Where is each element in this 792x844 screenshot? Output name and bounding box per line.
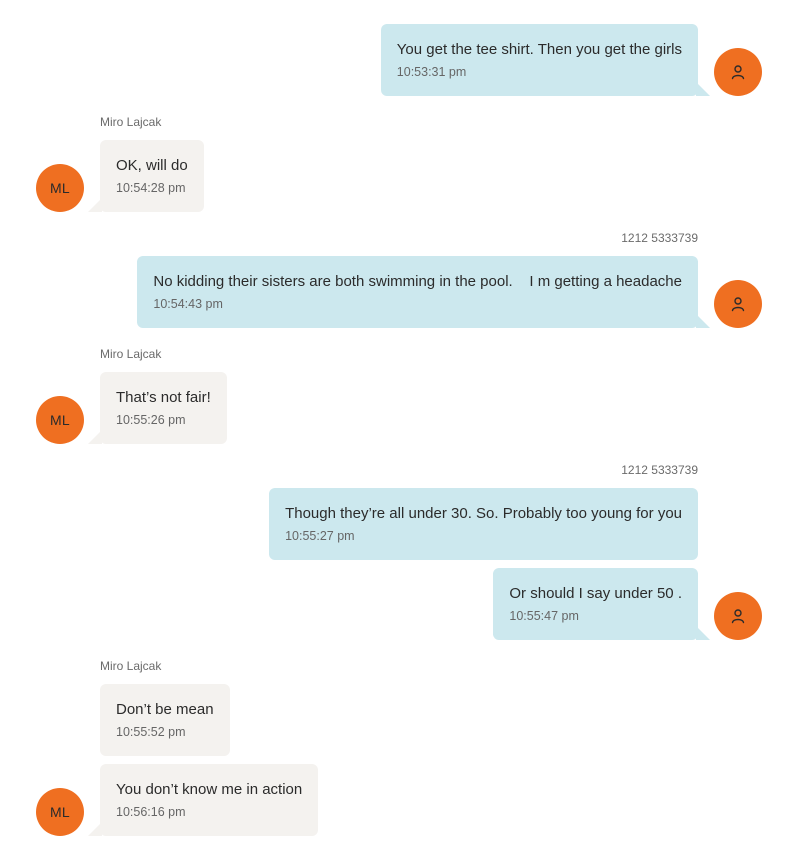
message-bubble-outgoing[interactable]: Though they’re all under 30. So. Probabl… <box>269 488 698 560</box>
message-timestamp: 10:55:26 pm <box>116 413 186 427</box>
sender-name: 1212 5333739 <box>621 463 698 477</box>
sender-name: 1212 5333739 <box>621 231 698 245</box>
avatar-initials: ML <box>49 180 71 196</box>
avatar-initials: ML <box>49 412 71 428</box>
message-bubble-incoming[interactable]: OK, will do 10:54:28 pm <box>88 140 204 212</box>
message-bubble-incoming[interactable]: Don’t be mean 10:55:52 pm <box>100 684 230 756</box>
message-bubble-incoming[interactable]: You don’t know me in action 10:56:16 pm <box>87 764 319 836</box>
message-timestamp: 10:55:27 pm <box>285 529 355 543</box>
message-bubble-incoming[interactable]: That’s not fair! 10:55:26 pm <box>88 372 227 444</box>
message-text: Or should I say under 50 . <box>509 585 682 602</box>
message-timestamp: 10:54:43 pm <box>153 297 223 311</box>
contact-avatar: ML <box>36 788 84 836</box>
message-text: Though they’re all under 30. So. Probabl… <box>285 505 682 522</box>
sender-name: Miro Lajcak <box>100 659 162 673</box>
person-icon <box>731 609 745 624</box>
sender-name: Miro Lajcak <box>100 115 162 129</box>
user-avatar <box>714 592 762 640</box>
contact-avatar: ML <box>36 164 84 212</box>
message-text: You don’t know me in action <box>116 781 303 798</box>
sender-name: Miro Lajcak <box>100 347 162 361</box>
message-bubble-outgoing[interactable]: No kidding their sisters are both swimmi… <box>137 256 710 328</box>
user-avatar <box>714 280 762 328</box>
message-text: No kidding their sisters are both swimmi… <box>153 273 682 290</box>
message-text: You get the tee shirt. Then you get the … <box>396 41 682 58</box>
user-avatar <box>714 48 762 96</box>
message-timestamp: 10:54:28 pm <box>116 181 186 195</box>
message-bubble-outgoing[interactable]: You get the tee shirt. Then you get the … <box>380 24 711 96</box>
message-bubble-outgoing[interactable]: Or should I say under 50 . 10:55:47 pm <box>493 568 710 640</box>
message-text: Don’t be mean <box>116 701 214 718</box>
message-timestamp: 10:55:47 pm <box>509 609 579 623</box>
person-icon <box>731 65 745 80</box>
message-timestamp: 10:56:16 pm <box>116 805 186 819</box>
avatar-initials: ML <box>49 804 71 820</box>
message-text: OK, will do <box>116 157 188 174</box>
contact-avatar: ML <box>36 396 84 444</box>
message-timestamp: 10:55:52 pm <box>116 725 186 739</box>
message-timestamp: 10:53:31 pm <box>396 65 467 79</box>
person-icon <box>731 297 745 312</box>
message-text: That’s not fair! <box>116 389 211 406</box>
